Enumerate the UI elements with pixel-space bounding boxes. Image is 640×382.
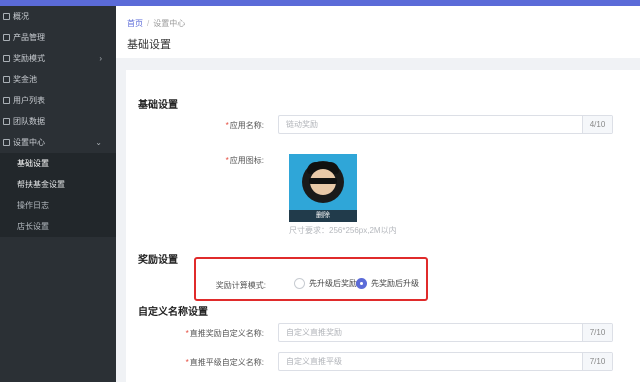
breadcrumb-separator: / <box>147 19 150 28</box>
direct-peer-name-counter: 7/10 <box>582 353 612 370</box>
radio-checked-icon <box>356 278 367 289</box>
settings-submenu: 基础设置 帮扶基金设置 操作日志 店长设置 <box>0 153 116 237</box>
app-name-value: 链动奖励 <box>286 120 318 129</box>
sidebar-item-team-data[interactable]: 团队数据 <box>0 111 116 132</box>
sidebar-item-settings[interactable]: 设置中心 ⌄ <box>0 132 116 153</box>
radio-unchecked-icon <box>294 278 305 289</box>
radio-upgrade-first[interactable]: 先升级后奖励 <box>294 278 357 290</box>
section-title-custom-names: 自定义名称设置 <box>138 307 208 318</box>
sidebar-item-overview[interactable]: 概况 <box>0 6 116 27</box>
direct-reward-name-placeholder: 自定义直推奖励 <box>286 328 342 337</box>
sidebar-item-label: 产品管理 <box>13 33 45 42</box>
radio-label: 先奖励后升级 <box>371 279 419 288</box>
sidebar-item-label: 团队数据 <box>13 117 45 126</box>
doc-icon <box>3 118 10 125</box>
app-icon-label: *应用图标: <box>225 156 264 165</box>
section-title-basic: 基础设置 <box>138 100 178 111</box>
delete-icon-button[interactable]: 删除 <box>289 210 357 222</box>
main-content: 首页 / 设置中心 基础设置 基础设置 *应用名称: 链动奖励 4/10 *应用图标… <box>116 6 640 382</box>
direct-peer-name-placeholder: 自定义直推平级 <box>286 357 342 366</box>
app-name-counter: 4/10 <box>582 116 612 133</box>
page-title: 基础设置 <box>127 39 171 51</box>
sidebar-item-label: 奖励模式 <box>13 54 45 63</box>
doc-icon <box>3 139 10 146</box>
sidebar: 概况 产品管理 奖励模式 › 奖金池 用户列表 团队数据 设置中心 ⌄ 基础设置… <box>0 6 116 382</box>
sidebar-subitem-operation-log[interactable]: 操作日志 <box>0 195 116 216</box>
doc-icon <box>3 55 10 62</box>
sidebar-item-bonus-pool[interactable]: 奖金池 <box>0 69 116 90</box>
section-title-reward: 奖励设置 <box>138 255 178 266</box>
sidebar-item-label: 奖金池 <box>13 75 37 84</box>
icon-size-hint: 尺寸要求：256*256px,2M以内 <box>289 226 397 235</box>
doc-icon <box>3 76 10 83</box>
sidebar-item-label: 设置中心 <box>13 138 45 147</box>
sidebar-subitem-support-fund[interactable]: 帮扶基金设置 <box>0 174 116 195</box>
page-header: 首页 / 设置中心 基础设置 <box>116 6 640 58</box>
doc-icon <box>3 13 10 20</box>
chevron-down-icon: ⌄ <box>95 138 102 147</box>
radio-reward-first[interactable]: 先奖励后升级 <box>356 278 419 290</box>
direct-reward-name-counter: 7/10 <box>582 324 612 341</box>
breadcrumb-home-link[interactable]: 首页 <box>127 19 143 28</box>
direct-reward-name-input[interactable]: 自定义直推奖励 7/10 <box>278 323 613 342</box>
direct-peer-name-label: *直推平级自定义名称: <box>185 358 264 367</box>
sidebar-item-users[interactable]: 用户列表 <box>0 90 116 111</box>
radio-label: 先升级后奖励 <box>309 279 357 288</box>
breadcrumb-current: 设置中心 <box>153 19 186 28</box>
direct-peer-name-input[interactable]: 自定义直推平级 7/10 <box>278 352 613 371</box>
doc-icon <box>3 97 10 104</box>
sidebar-subitem-basic-settings[interactable]: 基础设置 <box>0 153 116 174</box>
sidebar-item-label: 概况 <box>13 12 29 21</box>
direct-reward-name-label: *直推奖励自定义名称: <box>185 329 264 338</box>
reward-mode-label: 奖励计算模式: <box>215 281 266 290</box>
sidebar-item-reward-mode[interactable]: 奖励模式 › <box>0 48 116 69</box>
settings-card: 基础设置 *应用名称: 链动奖励 4/10 *应用图标: 删除 尺寸要求：256… <box>126 70 640 382</box>
sidebar-item-label: 用户列表 <box>13 96 45 105</box>
sidebar-item-products[interactable]: 产品管理 <box>0 27 116 48</box>
app-name-label: *应用名称: <box>225 121 264 130</box>
app-name-input[interactable]: 链动奖励 4/10 <box>278 115 613 134</box>
doc-icon <box>3 34 10 41</box>
app-icon-preview[interactable]: 删除 <box>289 154 357 222</box>
chevron-right-icon: › <box>99 54 102 63</box>
sidebar-subitem-manager-settings[interactable]: 店长设置 <box>0 216 116 237</box>
breadcrumb: 首页 / 设置中心 <box>127 18 185 29</box>
